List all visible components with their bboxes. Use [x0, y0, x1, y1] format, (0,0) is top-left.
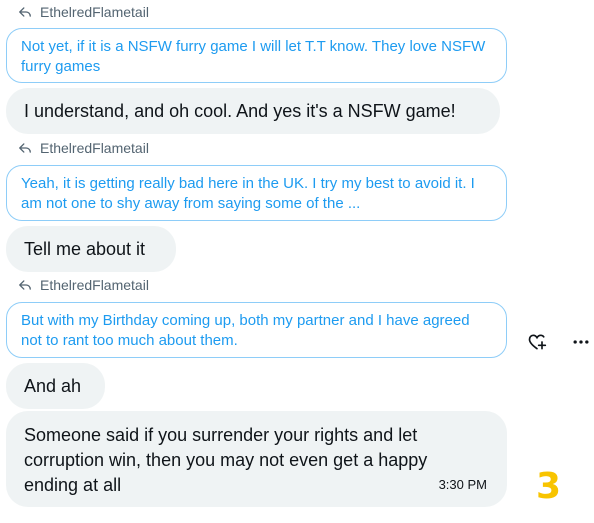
reply-arrow-icon	[19, 143, 31, 153]
message-bubble: Tell me about it	[6, 226, 176, 272]
reply-arrow-icon	[19, 280, 31, 290]
reply-arrow-icon	[19, 7, 31, 17]
message-line: ending at all	[24, 475, 122, 495]
quoted-message[interactable]: Yeah, it is getting really bad here in t…	[6, 165, 507, 221]
message-line: Someone said if you surrender your right…	[24, 425, 418, 445]
message-line: corruption win, then you may not even ge…	[24, 450, 428, 470]
message-bubble: Someone said if you surrender your right…	[6, 411, 507, 507]
reply-to-name: EthelredFlametail	[40, 140, 149, 156]
message-bubble: I understand, and oh cool. And yes it's …	[6, 88, 500, 134]
message-bubble: And ah	[6, 363, 105, 409]
reply-label: EthelredFlametail	[18, 2, 149, 22]
message-timestamp: 3:30 PM	[438, 477, 487, 492]
overlay-number: 3	[536, 466, 562, 507]
reply-to-name: EthelredFlametail	[40, 4, 149, 20]
add-reaction-icon[interactable]	[527, 332, 547, 352]
more-options-icon[interactable]	[571, 332, 591, 352]
quoted-message[interactable]: Not yet, if it is a NSFW furry game I wi…	[6, 28, 507, 83]
quoted-message[interactable]: But with my Birthday coming up, both my …	[6, 302, 507, 358]
reply-label: EthelredFlametail	[18, 275, 149, 295]
reply-to-name: EthelredFlametail	[40, 277, 149, 293]
reply-label: EthelredFlametail	[18, 138, 149, 158]
